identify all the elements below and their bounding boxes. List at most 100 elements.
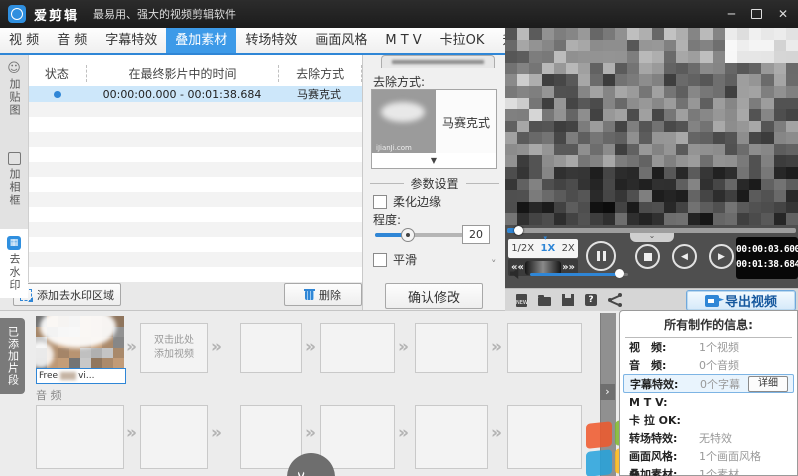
menu-item-overlay[interactable]: 叠加素材	[166, 28, 237, 53]
smooth-checkbox[interactable]: 平滑	[373, 251, 417, 268]
menu-item-karaoke[interactable]: 卡拉OK	[431, 28, 494, 53]
add-region-button[interactable]: 添加去水印区域	[13, 283, 121, 306]
clip-thumbnail[interactable]	[36, 316, 124, 369]
table-stripe	[28, 162, 362, 177]
mosaic-cell	[749, 143, 762, 156]
mosaic-cell	[688, 143, 701, 156]
audio-track-label: 音 频	[36, 389, 62, 402]
menu-item-mtv[interactable]: M T V	[376, 28, 430, 53]
empty-clip-slot[interactable]	[507, 323, 582, 373]
stop-button[interactable]	[635, 244, 660, 269]
menu-item-audio[interactable]: 音 频	[48, 28, 96, 53]
save-icon[interactable]	[562, 294, 574, 306]
next-frame-button[interactable]: ▶	[709, 244, 734, 269]
mosaic-cell	[541, 132, 555, 145]
info-row-audio: 音 频: 0个音频	[629, 359, 739, 372]
empty-audio-slot[interactable]	[140, 405, 208, 469]
mosaic-cell	[553, 120, 567, 133]
speed-2x-button[interactable]: 2X	[562, 243, 575, 254]
prev-frame-button[interactable]: ◀	[672, 244, 697, 269]
table-row[interactable]: 00:00:00.000 - 00:01:38.684 马赛克式	[28, 86, 362, 102]
help-icon[interactable]: ?	[585, 294, 597, 306]
mosaic-cell	[688, 120, 701, 133]
video-preview[interactable]	[505, 28, 798, 225]
mosaic-cell	[749, 74, 762, 87]
menu-item-transition-fx[interactable]: 转场特效	[236, 28, 306, 53]
volume-slider[interactable]	[530, 273, 622, 276]
empty-audio-slot[interactable]	[320, 405, 395, 469]
chevron-separator-icon: »	[211, 423, 222, 443]
mosaic-cell	[773, 39, 787, 52]
mosaic-cell	[517, 62, 530, 75]
mosaic-cell	[749, 120, 762, 133]
mosaic-cell	[785, 190, 798, 203]
mosaic-cell	[651, 97, 665, 110]
scroll-down-icon[interactable]: ˅	[491, 258, 497, 271]
collapse-notch[interactable]: ⌄	[630, 231, 674, 242]
confirm-button[interactable]: 确认修改	[385, 283, 483, 309]
speed-1x-button[interactable]: 1X	[541, 234, 556, 254]
close-button[interactable]: ✕	[778, 7, 788, 21]
export-video-button[interactable]: 导出视频	[686, 290, 796, 311]
mosaic-cell	[529, 120, 543, 133]
mosaic-cell	[639, 109, 652, 122]
mosaic-cell	[541, 167, 555, 180]
mosaic-cell	[675, 39, 689, 52]
mosaic-cell	[590, 155, 604, 168]
add-video-placeholder[interactable]: 双击此处 添加视频	[140, 323, 208, 373]
empty-clip-slot[interactable]	[320, 323, 395, 373]
mosaic-cell	[785, 28, 798, 41]
menu-item-subtitle-fx[interactable]: 字幕特效	[96, 28, 166, 53]
method-dropdown-button[interactable]: ▼	[371, 153, 497, 169]
mosaic-cell	[602, 190, 616, 203]
chevron-down-icon: ⌄	[648, 231, 656, 240]
mosaic-cell	[712, 109, 726, 122]
mosaic-cell	[614, 74, 628, 87]
degree-value-box[interactable]: 20	[462, 225, 490, 244]
mosaic-cell	[724, 132, 738, 145]
menu-item-picture-style[interactable]: 画面风格	[306, 28, 376, 53]
seek-thumb[interactable]	[514, 226, 523, 235]
empty-audio-slot[interactable]	[415, 405, 488, 469]
share-icon[interactable]	[608, 293, 622, 307]
mosaic-cell	[578, 167, 591, 180]
mosaic-cell	[736, 167, 750, 180]
mosaic-cell	[614, 120, 628, 133]
empty-clip-slot[interactable]	[415, 323, 488, 373]
mosaic-cell	[566, 201, 579, 214]
mosaic-cell	[749, 85, 762, 99]
minimize-button[interactable]: ─	[728, 7, 735, 21]
speed-half-button[interactable]: 1/2X	[511, 243, 534, 254]
scroll-right-arrow[interactable]: ›	[600, 384, 615, 400]
new-project-icon[interactable]: NEW	[516, 293, 528, 307]
mosaic-cell	[761, 190, 775, 203]
empty-clip-slot[interactable]	[240, 323, 302, 373]
soften-edge-checkbox[interactable]: 柔化边缘	[373, 193, 441, 210]
added-clips-tab[interactable]: 已添加片段	[0, 318, 25, 394]
mosaic-cell	[651, 143, 665, 156]
sidebar-item-add-frame[interactable]: 加相框	[0, 145, 28, 213]
pause-button[interactable]	[586, 241, 616, 271]
delete-button[interactable]: 删除	[284, 283, 362, 306]
mosaic-cell	[602, 201, 616, 214]
menu-item-video[interactable]: 视 频	[0, 28, 48, 53]
sidebar-item-add-sticker[interactable]: ☺ 加贴图	[0, 55, 28, 123]
mosaic-cell	[517, 190, 530, 203]
mosaic-cell	[517, 143, 530, 156]
mosaic-cell	[541, 109, 555, 122]
empty-audio-slot[interactable]	[36, 405, 124, 469]
slider-thumb[interactable]	[401, 228, 415, 242]
clip-caption[interactable]: Free vi...	[36, 368, 126, 384]
open-file-icon[interactable]	[538, 295, 551, 306]
mosaic-cell	[663, 85, 677, 99]
mosaic-cell	[541, 62, 555, 75]
sidebar-item-remove-watermark[interactable]: ▦ 去水印	[0, 229, 28, 298]
volume-thumb[interactable]	[615, 269, 624, 278]
mosaic-cell	[785, 85, 798, 99]
mosaic-cell	[505, 132, 518, 145]
method-selector[interactable]: iJianJi.com 马赛克式	[371, 89, 497, 155]
maximize-button[interactable]	[750, 9, 762, 19]
mosaic-cell	[712, 155, 726, 168]
empty-audio-slot[interactable]	[507, 405, 582, 469]
detail-button[interactable]: 详细	[748, 375, 788, 392]
